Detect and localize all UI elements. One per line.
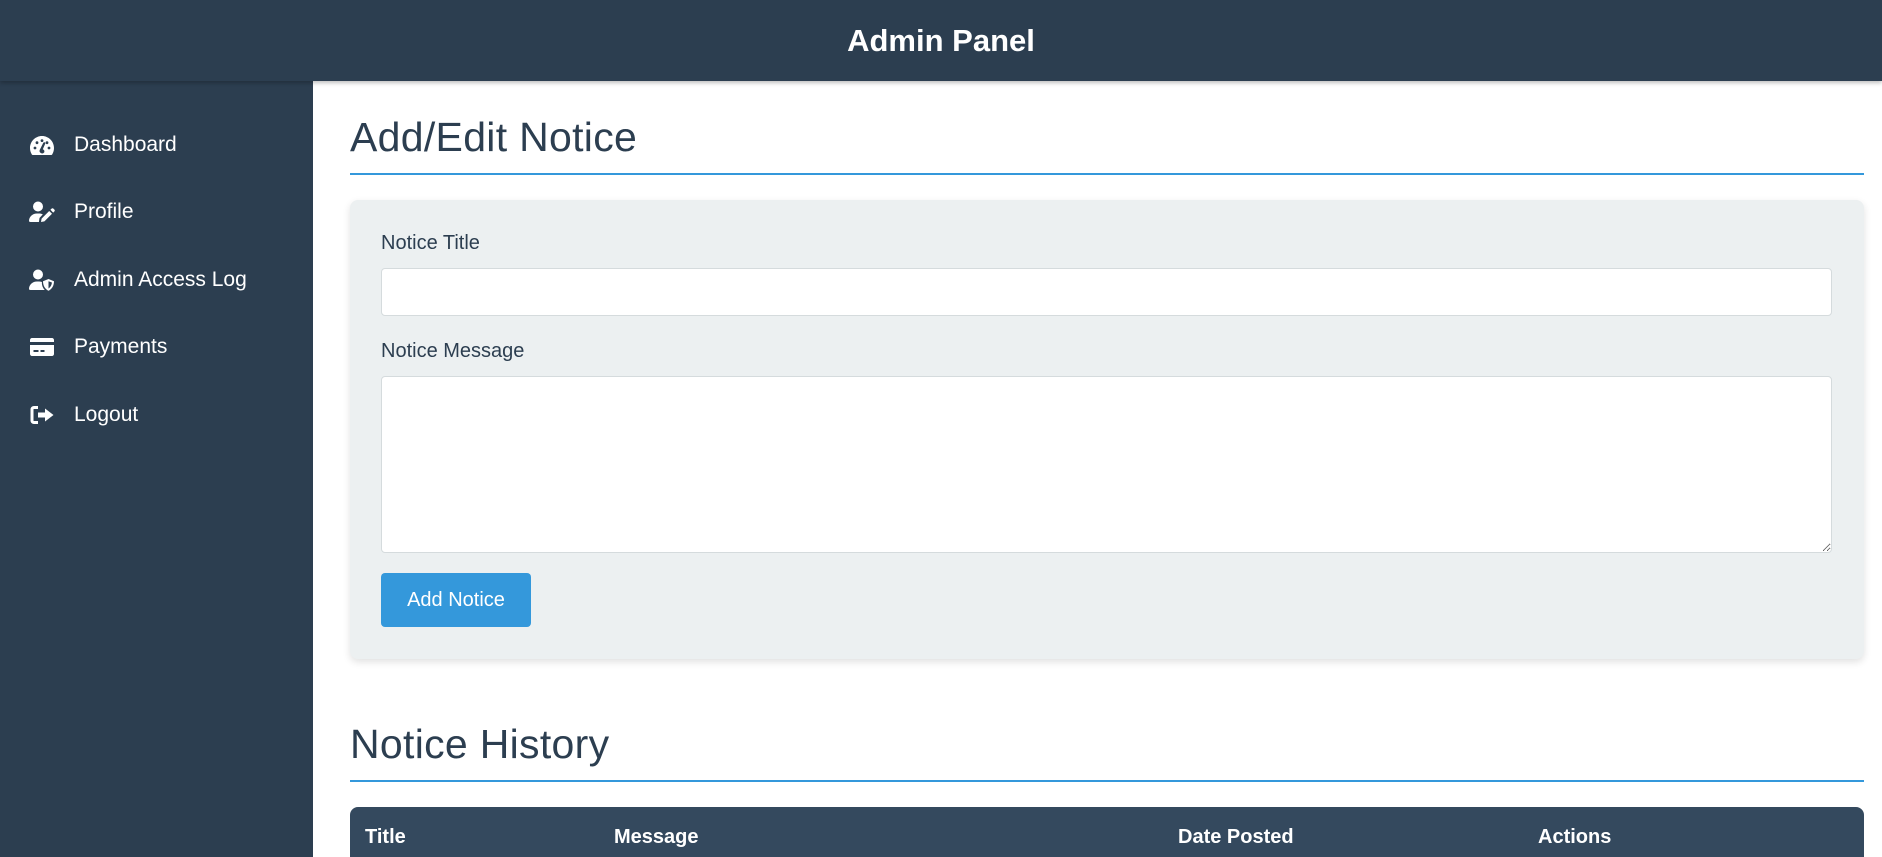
sidebar-item-label: Admin Access Log <box>74 267 247 291</box>
sidebar-item-label: Profile <box>74 200 134 224</box>
gauge-icon <box>29 132 55 158</box>
main-content: Add/Edit Notice Notice Title Notice Mess… <box>350 81 1864 857</box>
column-header-actions: Actions <box>1538 825 1612 848</box>
sidebar: Dashboard Profile Admin Access Log Payme… <box>0 81 313 857</box>
notice-history-table: Title Message Date Posted Actions <box>350 807 1864 857</box>
user-edit-icon <box>29 199 55 225</box>
notice-title-input[interactable] <box>381 268 1832 316</box>
column-header-title: Title <box>365 825 406 848</box>
notice-message-label: Notice Message <box>381 340 525 362</box>
sidebar-item-payments[interactable]: Payments <box>0 314 313 382</box>
table-header-row: Title Message Date Posted Actions <box>350 807 1864 857</box>
notice-history-heading: Notice History <box>350 721 1864 782</box>
add-edit-notice-heading: Add/Edit Notice <box>350 114 1864 175</box>
notice-title-label: Notice Title <box>381 232 480 254</box>
sidebar-item-label: Dashboard <box>74 132 177 156</box>
sidebar-item-logout[interactable]: Logout <box>0 381 313 449</box>
user-shield-icon <box>29 267 55 293</box>
sidebar-item-profile[interactable]: Profile <box>0 179 313 247</box>
notice-form-card: Notice Title Notice Message Add Notice <box>350 200 1864 659</box>
sidebar-item-label: Payments <box>74 335 168 359</box>
add-notice-button[interactable]: Add Notice <box>381 573 531 627</box>
column-header-message: Message <box>614 825 699 848</box>
sidebar-item-admin-access-log[interactable]: Admin Access Log <box>0 246 313 314</box>
sidebar-item-label: Logout <box>74 402 139 426</box>
column-header-date-posted: Date Posted <box>1178 825 1294 848</box>
app-title: Admin Panel <box>847 22 1035 58</box>
sidebar-item-dashboard[interactable]: Dashboard <box>0 111 313 179</box>
top-header: Admin Panel <box>0 0 1882 81</box>
credit-card-icon <box>29 334 55 360</box>
notice-message-textarea[interactable] <box>381 376 1832 553</box>
sign-out-icon <box>29 402 55 428</box>
